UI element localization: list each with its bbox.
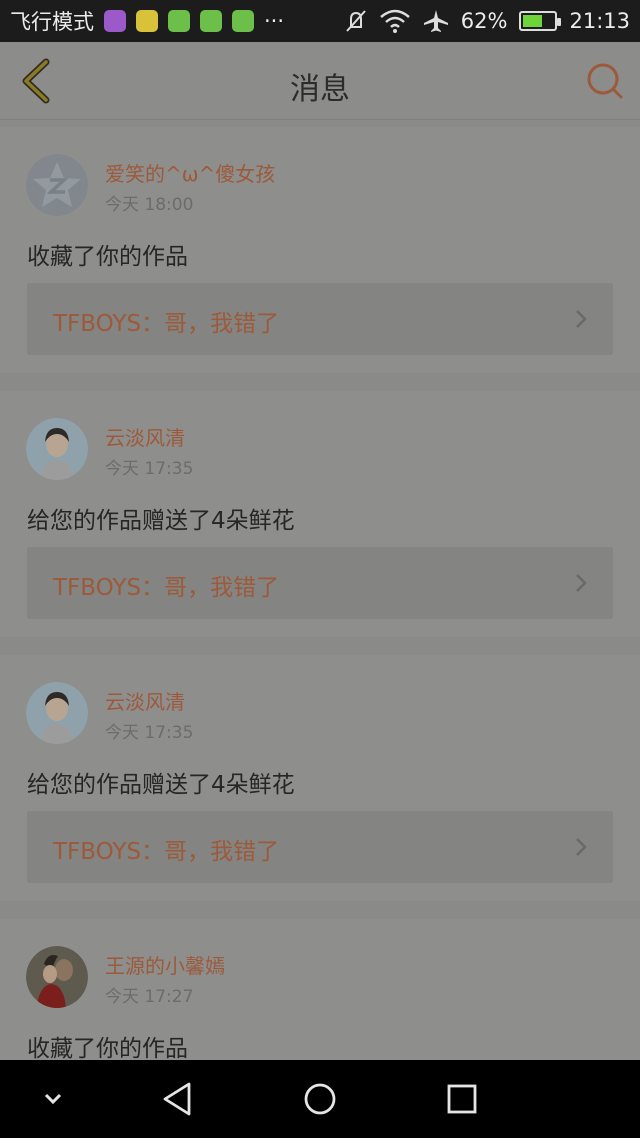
search-button[interactable] [584,60,626,102]
battery-percent: 62% [460,9,508,33]
airplane-icon [423,10,448,32]
work-title: TFBOYS：哥，我错了 [53,839,280,865]
message-action: 给您的作品赠送了4朵鲜花 [27,508,295,534]
mute-icon [346,10,366,32]
message-card[interactable]: 爱笑的^ω^傻女孩 今天 18:00 收藏了你的作品 TFBOYS：哥，我错了 [0,127,640,373]
work-title: TFBOYS：哥，我错了 [53,575,280,601]
message-action: 给您的作品赠送了4朵鲜花 [27,772,295,798]
app-icon [200,10,222,32]
page-title: 消息 [290,72,350,107]
app-icon [232,10,254,32]
work-link[interactable]: TFBOYS：哥，我错了 [27,547,613,619]
work-link[interactable]: TFBOYS：哥，我错了 [27,283,613,355]
app-icon [168,10,190,32]
navigation-bar [0,1060,640,1138]
airplane-mode-label: 飞行模式 [10,10,94,34]
message-time: 今天 18:00 [105,195,194,215]
user-avatar-icon[interactable] [26,418,88,480]
gallery-icon [104,10,126,32]
message-action: 收藏了你的作品 [27,244,188,270]
more-notifications-icon: ··· [264,9,285,33]
recents-square-icon[interactable] [442,1079,482,1119]
header-bar: 消息 [0,42,640,120]
home-circle-icon[interactable] [300,1079,340,1119]
search-icon [587,63,623,99]
user-name[interactable]: 云淡风清 [105,422,185,451]
app-icon [136,10,158,32]
message-time: 今天 17:27 [105,987,194,1007]
chevron-right-icon [576,838,587,856]
battery-icon [519,11,562,31]
clock: 21:13 [569,9,630,33]
user-avatar-icon[interactable] [26,682,88,744]
user-name[interactable]: 王源的小馨嫣 [105,950,225,979]
chevron-right-icon [576,310,587,328]
back-triangle-icon[interactable] [158,1079,198,1119]
user-name[interactable]: 云淡风清 [105,686,185,715]
message-card[interactable]: 云淡风清 今天 17:35 给您的作品赠送了4朵鲜花 TFBOYS：哥，我错了 [0,391,640,637]
message-time: 今天 17:35 [105,723,194,743]
wifi-icon [379,9,410,33]
chevron-right-icon [576,574,587,592]
hide-icon[interactable] [33,1079,73,1119]
message-time: 今天 17:35 [105,459,194,479]
default-avatar-icon[interactable] [26,154,88,216]
message-card[interactable]: 云淡风清 今天 17:35 给您的作品赠送了4朵鲜花 TFBOYS：哥，我错了 [0,655,640,901]
work-title: TFBOYS：哥，我错了 [53,311,280,337]
user-photo-avatar-icon[interactable] [26,946,88,1008]
user-name[interactable]: 爱笑的^ω^傻女孩 [105,158,275,187]
message-action: 收藏了你的作品 [27,1036,188,1062]
status-bar: 飞行模式 ··· 62% 21:13 [0,0,640,42]
work-link[interactable]: TFBOYS：哥，我错了 [27,811,613,883]
